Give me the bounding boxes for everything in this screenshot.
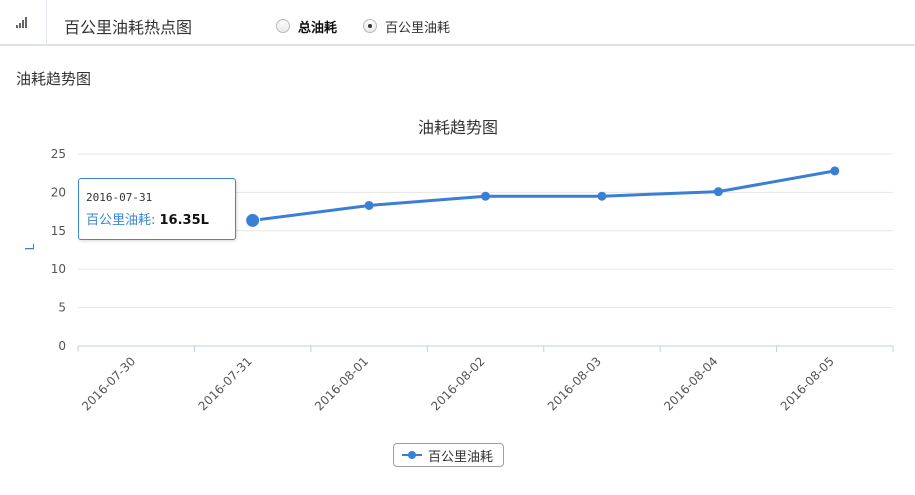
y-axis: 0 5 10 15 20 25 [51, 147, 66, 353]
radio-total-fuel[interactable]: 总油耗 [276, 17, 337, 36]
data-tooltip: 2016-07-31 百公里油耗: 16.35L [78, 178, 236, 240]
y-axis-label: L [23, 243, 37, 250]
radio-button-icon[interactable] [276, 19, 290, 33]
tooltip-date: 2016-07-31 [86, 191, 153, 204]
x-tick-label: 2016-07-30 [79, 354, 138, 413]
radio-label-total-fuel: 总油耗 [298, 20, 338, 36]
y-tick-label: 25 [51, 147, 66, 161]
chart-legend-item[interactable]: 百公里油耗 [393, 443, 505, 467]
data-point [597, 191, 607, 201]
metric-radio-group: 总油耗 百公里油耗 [276, 16, 476, 36]
data-point [245, 212, 261, 228]
x-tick-label: 2016-08-02 [428, 354, 487, 413]
tooltip-value: 16.35L [159, 213, 209, 228]
toolbar-divider [46, 0, 47, 44]
series-line [245, 166, 840, 228]
section-title: 油耗趋势图 [16, 70, 92, 88]
data-point [830, 166, 840, 176]
radio-label-per100km-fuel: 百公里油耗 [385, 20, 451, 36]
data-point [364, 200, 374, 210]
data-point [713, 187, 723, 197]
series-line-path [252, 169, 836, 222]
tooltip-series-line: 百公里油耗: 16.35L [86, 209, 209, 228]
page-title: 百公里油耗热点图 [64, 18, 193, 37]
top-toolbar: 百公里油耗热点图 总油耗 百公里油耗 [0, 0, 915, 46]
x-tick-label: 2016-08-03 [545, 354, 604, 413]
x-tick-label: 2016-08-04 [661, 354, 720, 413]
y-tick-label: 0 [58, 339, 66, 353]
x-axis: 2016-07-30 2016-07-31 2016-08-01 2016-08-02… [77, 345, 894, 413]
radio-button-checked-icon[interactable] [363, 19, 378, 33]
fuel-trend-chart: 油耗趋势图 0510152025 L 2016-07-30 2016-07-31 2… [23, 118, 894, 413]
y-tick-label: 10 [51, 262, 66, 276]
y-tick-label: 5 [58, 301, 66, 315]
x-tick-label: 2016-08-01 [312, 354, 371, 413]
y-tick-label: 20 [51, 185, 66, 199]
y-tick-label: 15 [51, 224, 66, 238]
radio-per100km-fuel[interactable]: 百公里油耗 [363, 17, 450, 36]
tooltip-series-label: 百公里油耗: [86, 213, 160, 228]
signal-bars-icon[interactable] [16, 16, 30, 28]
x-tick-label: 2016-07-31 [196, 354, 255, 413]
legend-line-marker-icon [402, 450, 422, 460]
legend-label: 百公里油耗 [428, 449, 494, 465]
x-tick-label: 2016-08-05 [778, 354, 837, 413]
chart-title: 油耗趋势图 [418, 118, 498, 137]
data-point [481, 191, 490, 201]
